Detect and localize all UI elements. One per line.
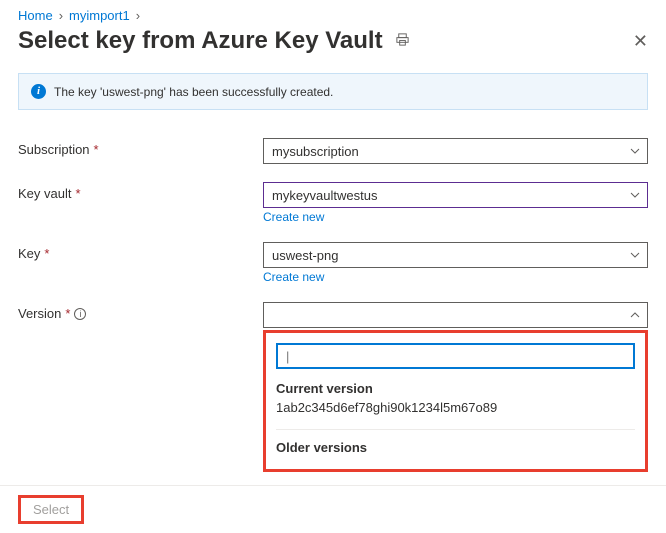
breadcrumb-home[interactable]: Home [18,8,53,23]
create-new-keyvault-link[interactable]: Create new [263,210,324,224]
info-icon[interactable]: i [74,308,86,320]
create-new-key-link[interactable]: Create new [263,270,324,284]
keyvault-label: Key vault [18,186,71,201]
key-select[interactable]: uswest-png [263,242,648,268]
breadcrumb-item[interactable]: myimport1 [69,8,130,23]
divider [276,429,635,430]
subscription-label: Subscription [18,142,90,157]
print-icon[interactable] [395,32,410,50]
subscription-select[interactable]: mysubscription [263,138,648,164]
subscription-value: mysubscription [272,144,359,159]
version-label: Version [18,306,61,321]
page-title: Select key from Azure Key Vault [18,27,383,55]
info-icon: i [31,84,46,99]
chevron-up-icon [629,309,641,321]
chevron-right-icon: › [59,8,63,23]
select-button[interactable]: Select [18,495,84,524]
older-versions-heading: Older versions [276,440,635,455]
breadcrumb: Home › myimport1 › [18,8,648,23]
keyvault-value: mykeyvaultwestus [272,188,377,203]
required-marker: * [94,142,99,157]
version-select[interactable] [263,302,648,328]
success-notice: i The key 'uswest-png' has been successf… [18,73,648,110]
footer: Select [0,485,666,533]
current-version-heading: Current version [276,381,635,396]
version-search-input[interactable] [276,343,635,369]
required-marker: * [75,186,80,201]
key-label: Key [18,246,40,261]
current-version-option[interactable]: 1ab2c345d6ef78ghi90k1234l5m67o89 [276,400,635,415]
required-marker: * [44,246,49,261]
required-marker: * [65,306,70,321]
chevron-right-icon: › [136,8,140,23]
close-icon[interactable]: ✕ [633,31,648,52]
key-value: uswest-png [272,248,338,263]
chevron-down-icon [629,249,641,261]
chevron-down-icon [629,189,641,201]
notice-text: The key 'uswest-png' has been successful… [54,85,333,99]
chevron-down-icon [629,145,641,157]
version-dropdown-panel: Current version 1ab2c345d6ef78ghi90k1234… [263,330,648,472]
keyvault-select[interactable]: mykeyvaultwestus [263,182,648,208]
